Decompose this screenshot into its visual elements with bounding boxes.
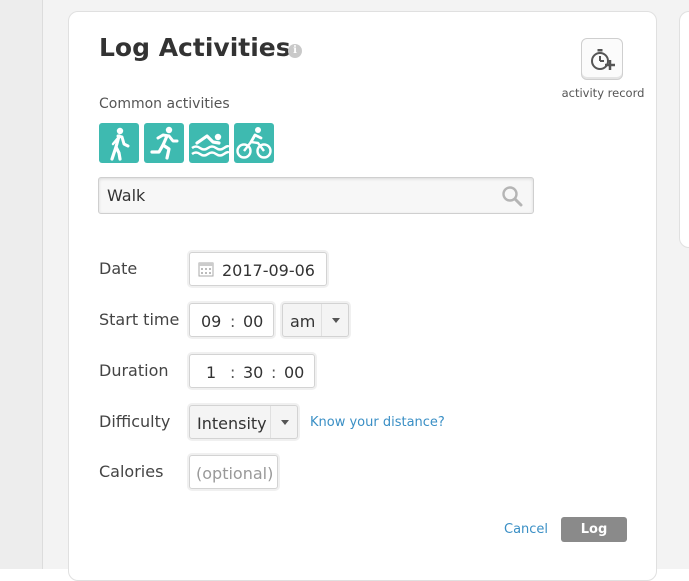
cancel-link[interactable]: Cancel [504,522,548,537]
chevron-down-icon [321,304,350,336]
date-field[interactable]: 2017-09-06 [189,252,327,286]
ampm-value: am [290,312,316,331]
bike-activity-button[interactable] [234,123,274,163]
start-minute[interactable]: 00 [243,312,263,331]
calendar-icon [198,262,214,277]
common-activities-label: Common activities [99,96,230,112]
calories-field[interactable]: (optional) [189,455,278,489]
duration-minutes[interactable]: 30 [243,363,263,382]
activity-search-input[interactable] [99,178,489,213]
chevron-down-icon [270,406,299,438]
start-time-field[interactable]: 09 : 00 [189,303,274,337]
duration-separator: : [230,363,236,382]
start-time-label: Start time [99,310,180,329]
know-your-distance-link[interactable]: Know your distance? [310,415,445,430]
time-separator: : [230,312,236,331]
difficulty-select[interactable]: Intensity [189,405,298,439]
calories-label: Calories [99,462,164,481]
duration-hours[interactable]: 1 [206,363,216,382]
activity-search [98,177,534,214]
swim-icon [191,133,229,157]
start-hour[interactable]: 09 [201,312,221,331]
duration-field[interactable]: 1 : 30 : 00 [189,354,315,388]
difficulty-value: Intensity [197,414,267,433]
calories-placeholder: (optional) [196,464,274,483]
log-button[interactable]: Log [561,517,627,542]
run-icon [150,126,179,160]
walk-icon [110,127,130,161]
difficulty-label: Difficulty [99,412,171,431]
page-title: Log Activities [99,33,291,62]
side-panel [679,11,689,248]
bike-icon [236,127,272,159]
activity-record-button[interactable] [581,38,623,80]
activity-record-label: activity record [561,86,645,100]
date-value: 2017-09-06 [222,261,315,280]
duration-seconds[interactable]: 00 [284,363,304,382]
left-rail [0,0,43,569]
run-activity-button[interactable] [144,123,184,163]
duration-label: Duration [99,361,169,380]
ampm-select[interactable]: am [282,303,349,337]
stopwatch-plus-icon [591,49,615,70]
info-icon[interactable]: i [288,44,302,58]
swim-activity-button[interactable] [189,123,229,163]
search-icon[interactable] [501,185,523,207]
duration-separator: : [271,363,277,382]
walk-activity-button[interactable] [99,123,139,163]
date-label: Date [99,259,138,278]
